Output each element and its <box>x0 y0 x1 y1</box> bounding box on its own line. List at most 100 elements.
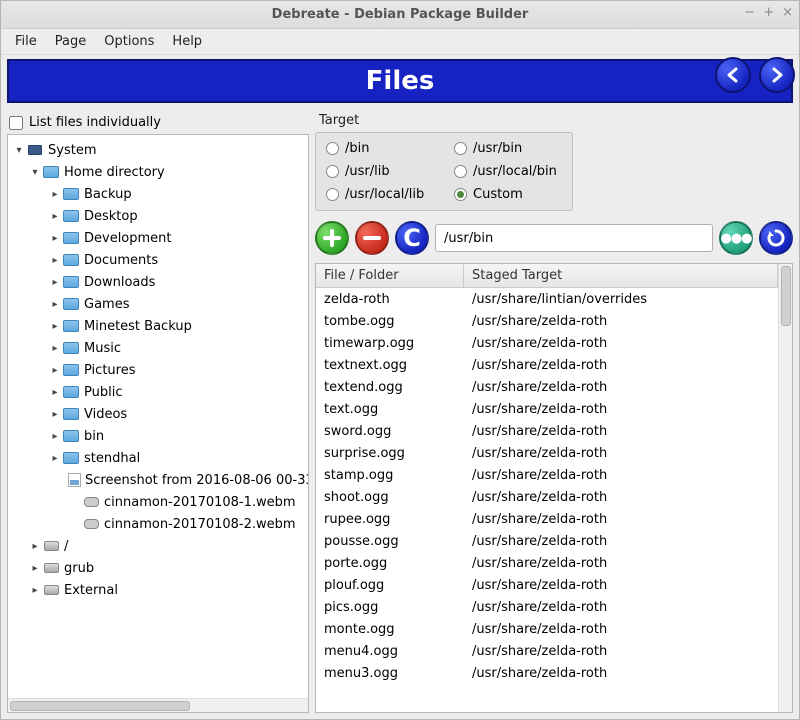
expand-icon[interactable]: ▸ <box>48 387 62 398</box>
expand-icon[interactable]: ▸ <box>48 365 62 376</box>
tree-item[interactable]: cinnamon-20170108-2.webm <box>8 513 308 535</box>
cell-file: textend.ogg <box>316 380 464 395</box>
expand-icon[interactable]: ▸ <box>48 277 62 288</box>
tree-item[interactable]: ▸Downloads <box>8 271 308 293</box>
expand-icon[interactable]: ▸ <box>48 453 62 464</box>
tree-item-label: cinnamon-20170108-2.webm <box>104 517 296 532</box>
table-row[interactable]: pics.ogg/usr/share/zelda-roth <box>316 596 778 618</box>
prev-page-button[interactable] <box>715 57 751 93</box>
tree-item[interactable]: ▸grub <box>8 557 308 579</box>
table-row[interactable]: pousse.ogg/usr/share/zelda-roth <box>316 530 778 552</box>
table-row[interactable]: text.ogg/usr/share/zelda-roth <box>316 398 778 420</box>
tree-item[interactable]: ▸External <box>8 579 308 601</box>
target-radio-usrlocalbin[interactable]: /usr/local/bin <box>454 164 562 179</box>
radio-icon[interactable] <box>454 142 467 155</box>
minimize-icon[interactable]: − <box>744 5 755 20</box>
menu-page[interactable]: Page <box>47 31 94 52</box>
target-radio-usrlocallib[interactable]: /usr/local/lib <box>326 187 434 202</box>
tree-item[interactable]: ▸Public <box>8 381 308 403</box>
expand-icon[interactable]: ▸ <box>48 343 62 354</box>
table-row[interactable]: zelda-roth/usr/share/lintian/overrides <box>316 288 778 310</box>
expand-icon[interactable]: ▸ <box>28 585 42 596</box>
folder-icon <box>62 362 80 378</box>
expand-icon[interactable]: ▸ <box>48 299 62 310</box>
expand-icon[interactable]: ▸ <box>28 563 42 574</box>
next-page-button[interactable] <box>759 57 795 93</box>
close-icon[interactable]: × <box>782 5 793 20</box>
tree-item[interactable]: ▸Backup <box>8 183 308 205</box>
expand-icon[interactable]: ▸ <box>48 409 62 420</box>
tree-item[interactable]: ▸bin <box>8 425 308 447</box>
table-row[interactable]: tombe.ogg/usr/share/zelda-roth <box>316 310 778 332</box>
table-v-scrollbar[interactable] <box>778 264 792 712</box>
table-row[interactable]: stamp.ogg/usr/share/zelda-roth <box>316 464 778 486</box>
tree-item[interactable]: ▸/ <box>8 535 308 557</box>
tree-item[interactable]: ▾Home directory <box>8 161 308 183</box>
file-tree[interactable]: ▾System▾Home directory▸Backup▸Desktop▸De… <box>7 134 309 713</box>
table-row[interactable]: textend.ogg/usr/share/zelda-roth <box>316 376 778 398</box>
table-row[interactable]: shoot.ogg/usr/share/zelda-roth <box>316 486 778 508</box>
radio-icon[interactable] <box>326 142 339 155</box>
cell-file: porte.ogg <box>316 556 464 571</box>
maximize-icon[interactable]: + <box>763 5 774 20</box>
tree-item[interactable]: ▸Games <box>8 293 308 315</box>
table-row[interactable]: rupee.ogg/usr/share/zelda-roth <box>316 508 778 530</box>
table-row[interactable]: plouf.ogg/usr/share/zelda-roth <box>316 574 778 596</box>
col-file[interactable]: File / Folder <box>316 264 464 287</box>
table-row[interactable]: sword.ogg/usr/share/zelda-roth <box>316 420 778 442</box>
radio-icon[interactable] <box>454 188 467 201</box>
table-row[interactable]: menu4.ogg/usr/share/zelda-roth <box>316 640 778 662</box>
target-radio-usrlib[interactable]: /usr/lib <box>326 164 434 179</box>
tree-item[interactable]: ▸Pictures <box>8 359 308 381</box>
radio-icon[interactable] <box>454 165 467 178</box>
expand-icon[interactable]: ▸ <box>28 541 42 552</box>
expand-icon[interactable]: ▸ <box>48 431 62 442</box>
tree-item[interactable]: ▸Videos <box>8 403 308 425</box>
table-row[interactable]: timewarp.ogg/usr/share/zelda-roth <box>316 332 778 354</box>
titlebar[interactable]: Debreate - Debian Package Builder − + × <box>1 1 799 29</box>
col-target[interactable]: Staged Target <box>464 264 778 287</box>
expand-icon[interactable]: ▸ <box>48 233 62 244</box>
refresh-button[interactable] <box>759 221 793 255</box>
cell-target: /usr/share/zelda-roth <box>464 358 778 373</box>
target-path-input[interactable] <box>435 224 713 252</box>
target-radio-custom[interactable]: Custom <box>454 187 562 202</box>
table-row[interactable]: porte.ogg/usr/share/zelda-roth <box>316 552 778 574</box>
table-row[interactable]: textnext.ogg/usr/share/zelda-roth <box>316 354 778 376</box>
radio-icon[interactable] <box>326 188 339 201</box>
add-button[interactable] <box>315 221 349 255</box>
menu-help[interactable]: Help <box>164 31 210 52</box>
table-row[interactable]: monte.ogg/usr/share/zelda-roth <box>316 618 778 640</box>
expand-icon[interactable]: ▾ <box>12 145 26 156</box>
tree-item[interactable]: ▸Music <box>8 337 308 359</box>
target-radio-usrbin[interactable]: /usr/bin <box>454 141 562 156</box>
expand-icon[interactable]: ▸ <box>48 211 62 222</box>
table-row[interactable]: surprise.ogg/usr/share/zelda-roth <box>316 442 778 464</box>
table-row[interactable]: menu3.ogg/usr/share/zelda-roth <box>316 662 778 684</box>
browse-button[interactable]: ●●● <box>719 221 753 255</box>
tree-item[interactable]: ▸Desktop <box>8 205 308 227</box>
expand-icon[interactable]: ▸ <box>48 321 62 332</box>
target-radio-bin[interactable]: /bin <box>326 141 434 156</box>
menu-file[interactable]: File <box>7 31 45 52</box>
checkbox-input[interactable] <box>9 116 23 130</box>
list-individually-checkbox[interactable]: List files individually <box>7 111 309 134</box>
tree-item[interactable]: ▾System <box>8 139 308 161</box>
monitor-icon <box>26 142 44 158</box>
tree-item[interactable]: ▸Minetest Backup <box>8 315 308 337</box>
tree-item[interactable]: ▸stendhal <box>8 447 308 469</box>
radio-icon[interactable] <box>326 165 339 178</box>
tree-item[interactable]: ▸Development <box>8 227 308 249</box>
table-header[interactable]: File / Folder Staged Target <box>316 264 778 288</box>
remove-button[interactable] <box>355 221 389 255</box>
tree-item[interactable]: ▸Documents <box>8 249 308 271</box>
menu-options[interactable]: Options <box>96 31 162 52</box>
tree-item[interactable]: cinnamon-20170108-1.webm <box>8 491 308 513</box>
tree-h-scrollbar[interactable] <box>8 698 308 712</box>
expand-icon[interactable]: ▸ <box>48 189 62 200</box>
expand-icon[interactable]: ▾ <box>28 167 42 178</box>
clear-button[interactable]: C <box>395 221 429 255</box>
tree-item[interactable]: Screenshot from 2016-08-06 00-33-07 <box>8 469 308 491</box>
cell-file: zelda-roth <box>316 292 464 307</box>
expand-icon[interactable]: ▸ <box>48 255 62 266</box>
